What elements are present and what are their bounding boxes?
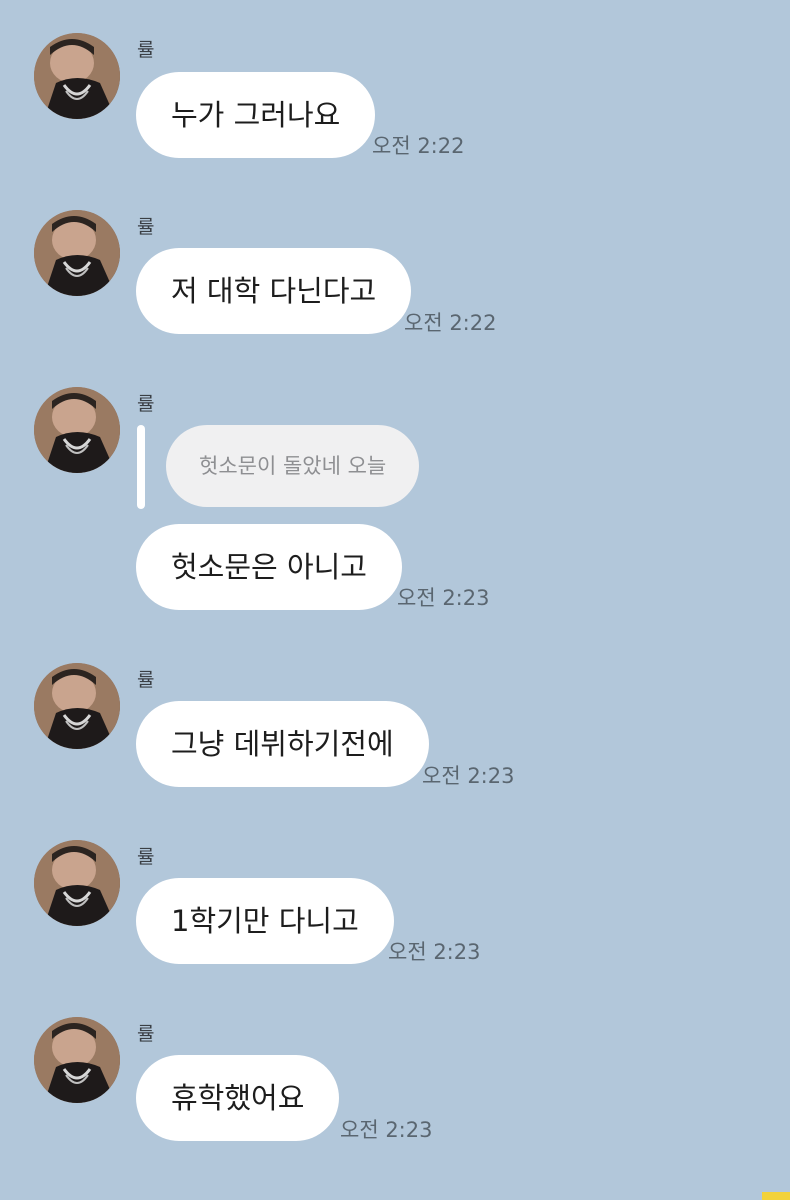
- profile-photo-icon: [34, 210, 120, 296]
- profile-photo-icon: [34, 387, 120, 473]
- profile-photo-icon: [34, 33, 120, 119]
- avatar[interactable]: [34, 840, 120, 926]
- profile-photo-icon: [34, 663, 120, 749]
- avatar[interactable]: [34, 387, 120, 473]
- message-time: 오전 2:23: [422, 764, 515, 788]
- message-time: 오전 2:22: [372, 134, 465, 158]
- reply-quote[interactable]: 헛소문이 돌았네 오늘: [166, 425, 420, 507]
- sender-name: 률: [137, 216, 155, 238]
- avatar[interactable]: [34, 210, 120, 296]
- corner-accent: [762, 1192, 790, 1200]
- message-bubble[interactable]: 누가 그러나요: [136, 72, 376, 158]
- chat-window: 률 누가 그러나요 오전 2:22 률 저 대학 다닌다고 오전 2:22 률 …: [0, 0, 790, 1200]
- sender-name: 률: [137, 393, 155, 415]
- message-time: 오전 2:23: [397, 586, 490, 610]
- message-time: 오전 2:23: [340, 1118, 433, 1142]
- message-time: 오전 2:22: [404, 311, 497, 335]
- message-time: 오전 2:23: [388, 940, 481, 964]
- message-bubble[interactable]: 헛소문은 아니고: [136, 524, 402, 610]
- message-bubble[interactable]: 휴학했어요: [136, 1055, 340, 1141]
- message-bubble[interactable]: 저 대학 다닌다고: [136, 248, 412, 334]
- message-bubble[interactable]: 그냥 데뷔하기전에: [136, 701, 429, 787]
- avatar[interactable]: [34, 663, 120, 749]
- sender-name: 률: [137, 39, 155, 61]
- profile-photo-icon: [34, 840, 120, 926]
- sender-name: 률: [137, 846, 155, 868]
- message-bubble[interactable]: 1학기만 다니고: [136, 878, 394, 964]
- sender-name: 률: [137, 1023, 155, 1045]
- avatar[interactable]: [34, 33, 120, 119]
- avatar[interactable]: [34, 1017, 120, 1103]
- reply-indicator: [137, 425, 145, 509]
- profile-photo-icon: [34, 1017, 120, 1103]
- sender-name: 률: [137, 669, 155, 691]
